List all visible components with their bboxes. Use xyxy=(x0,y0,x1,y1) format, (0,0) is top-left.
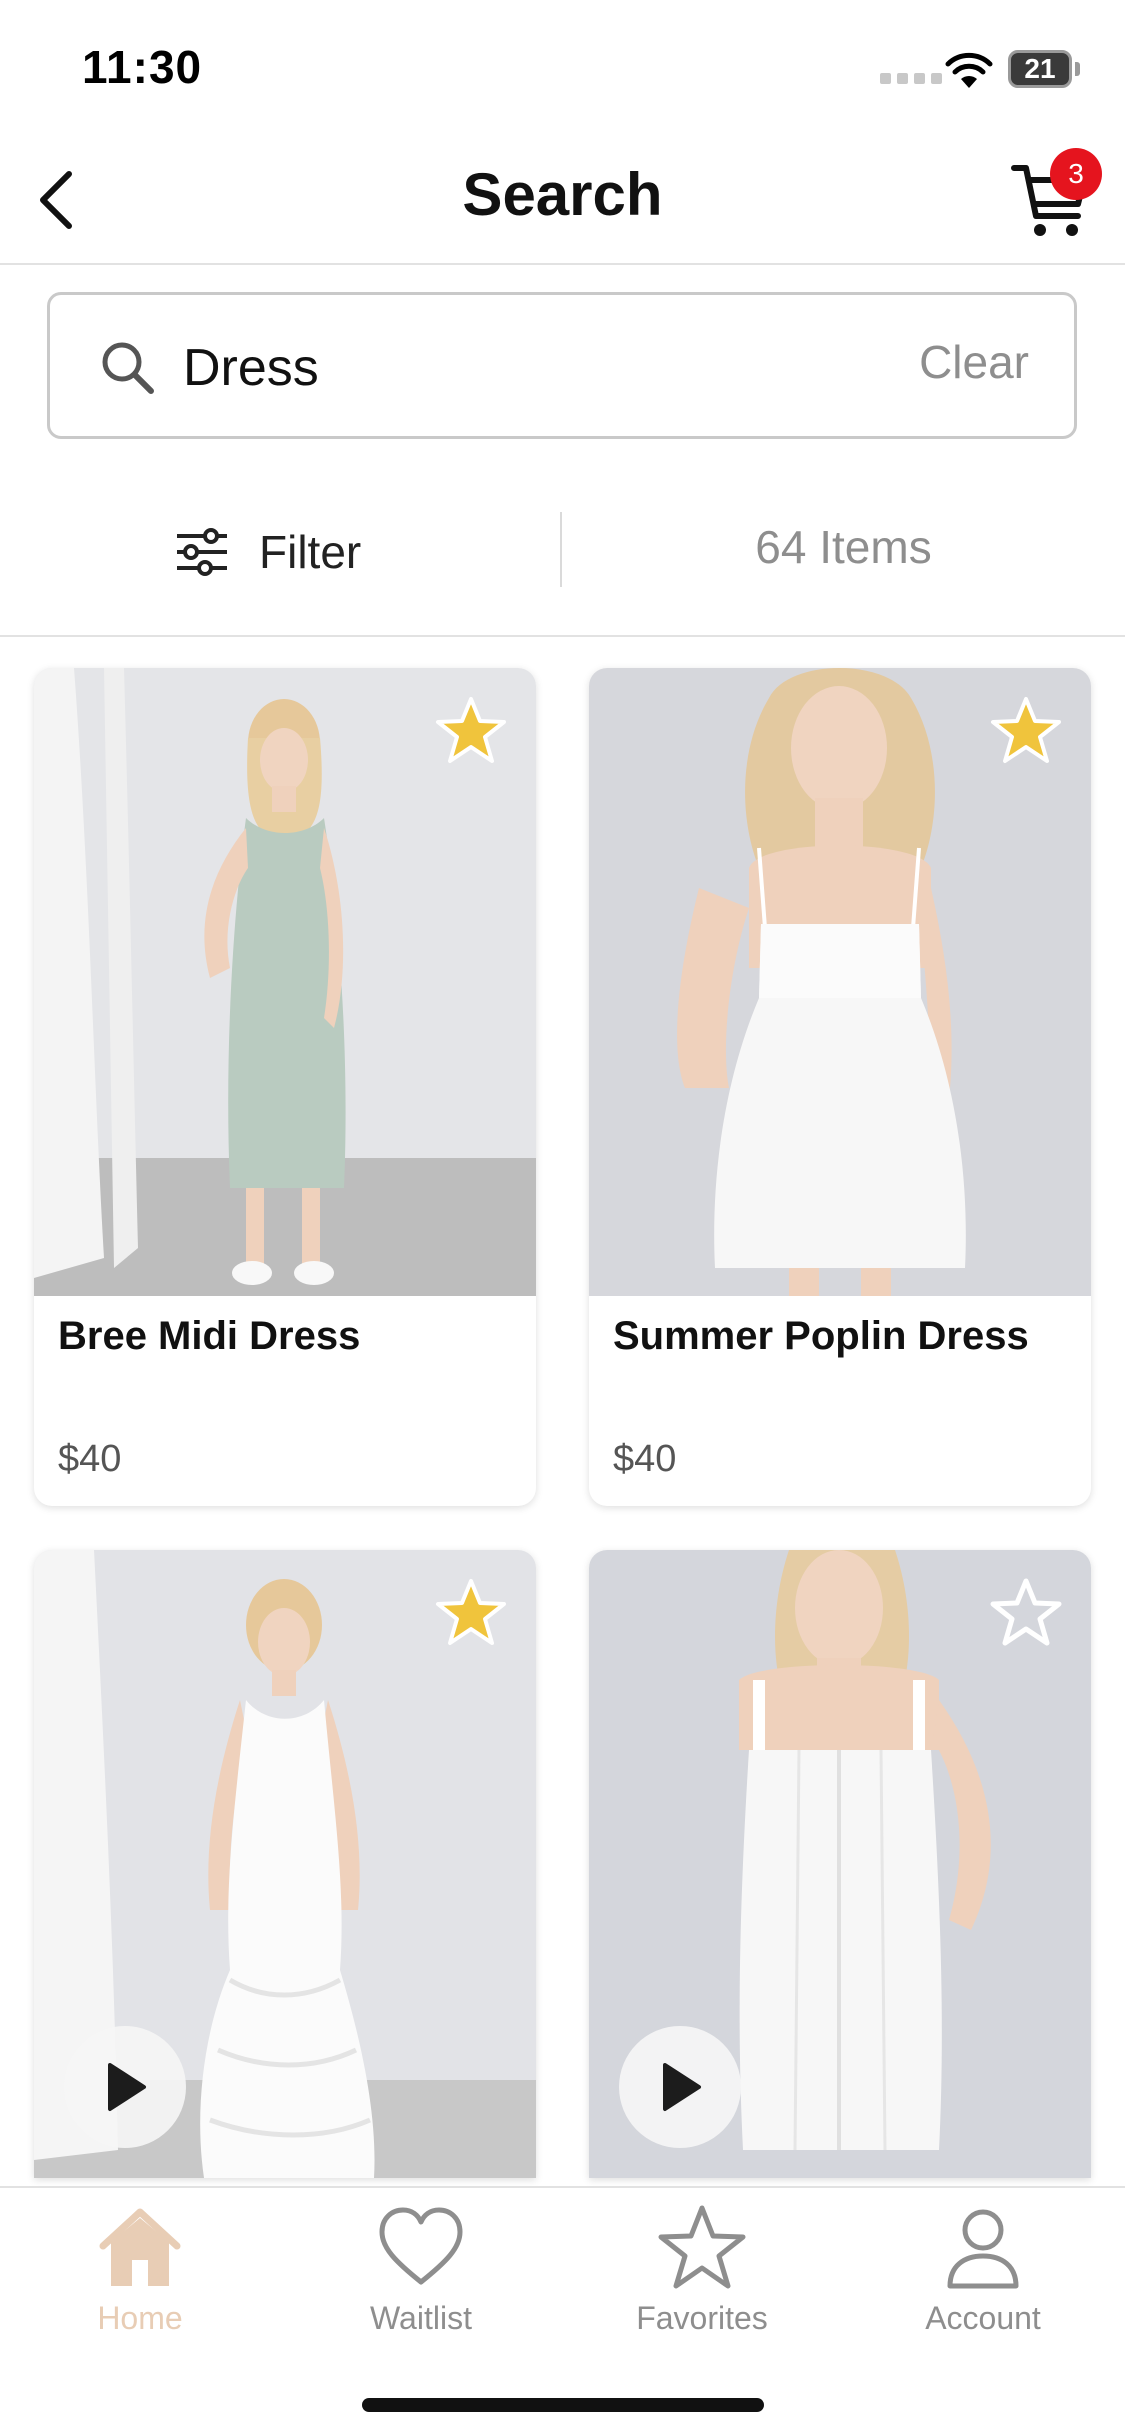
tab-favorites[interactable]: Favorites xyxy=(602,2202,802,2352)
tab-label: Favorites xyxy=(636,2300,768,2336)
play-icon xyxy=(663,2063,701,2111)
status-time: 11:30 xyxy=(82,41,203,93)
tab-label: Account xyxy=(925,2300,1041,2336)
product-card[interactable]: Summer Poplin Dress $40 xyxy=(589,668,1091,1506)
product-info: Bree Midi Dress $40 xyxy=(34,1296,536,1506)
search-box[interactable]: Clear xyxy=(47,292,1077,439)
star-icon[interactable] xyxy=(434,694,508,768)
star-icon[interactable] xyxy=(989,694,1063,768)
battery-icon: 21 xyxy=(1008,50,1080,88)
star-icon[interactable] xyxy=(434,1576,508,1650)
sliders-icon xyxy=(177,528,227,576)
product-card[interactable] xyxy=(34,1550,536,2178)
page-title: Search xyxy=(462,161,663,228)
clear-button[interactable]: Clear xyxy=(919,335,1029,389)
product-card[interactable]: Bree Midi Dress $40 xyxy=(34,668,536,1506)
filter-label: Filter xyxy=(259,526,362,578)
product-name: Bree Midi Dress xyxy=(58,1314,361,1358)
search-icon xyxy=(102,342,154,394)
heart-icon xyxy=(379,2207,463,2285)
search-input[interactable] xyxy=(183,325,883,410)
status-bar: 11:30 21 xyxy=(0,0,1125,140)
product-card[interactable] xyxy=(589,1550,1091,2178)
product-price: $40 xyxy=(58,1438,122,1480)
play-video-button[interactable] xyxy=(619,2026,741,2148)
tab-home[interactable]: Home xyxy=(40,2202,240,2352)
star-outline-icon[interactable] xyxy=(989,1576,1063,1650)
person-icon xyxy=(947,2209,1019,2289)
tab-label: Waitlist xyxy=(370,2300,472,2336)
tab-account[interactable]: Account xyxy=(883,2202,1083,2352)
battery-level: 21 xyxy=(1024,53,1056,84)
filter-button[interactable]: Filter xyxy=(175,512,361,592)
filter-row: Filter 64 Items xyxy=(0,492,1125,637)
product-name: Summer Poplin Dress xyxy=(613,1314,1029,1358)
tab-label: Home xyxy=(97,2300,183,2336)
product-info: Summer Poplin Dress $40 xyxy=(589,1296,1091,1506)
wifi-icon xyxy=(945,52,993,88)
play-video-button[interactable] xyxy=(64,2026,186,2148)
cellular-signal-icon xyxy=(880,73,942,84)
home-icon xyxy=(99,2208,181,2286)
play-icon xyxy=(108,2063,146,2111)
cart-count-badge: 3 xyxy=(1050,148,1102,200)
item-count: 64 Items xyxy=(755,521,932,573)
product-price: $40 xyxy=(613,1438,677,1480)
home-indicator xyxy=(362,2398,764,2412)
tab-waitlist[interactable]: Waitlist xyxy=(321,2202,521,2352)
star-icon xyxy=(658,2205,746,2289)
nav-bar: Search 3 xyxy=(0,140,1125,265)
